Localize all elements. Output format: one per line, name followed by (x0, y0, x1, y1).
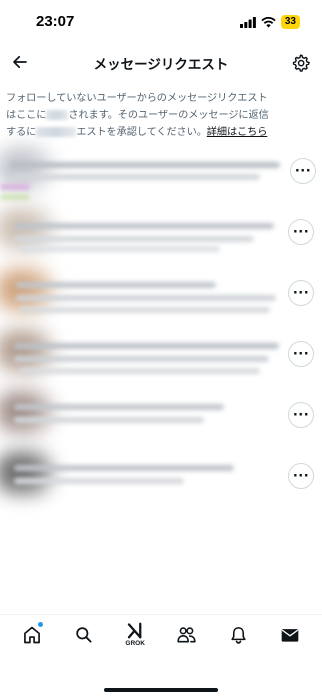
blurred-name (14, 465, 234, 471)
avatar (0, 207, 54, 251)
bottom-nav: GROK (0, 614, 322, 654)
request-item[interactable]: ··· (0, 262, 322, 323)
request-description: フォローしていないユーザーからのメッセージリクエスト はここに されます。そのユー… (6, 90, 314, 141)
avatar (0, 390, 54, 434)
blurred-preview (20, 307, 270, 313)
request-item[interactable]: ··· (0, 323, 322, 384)
request-item[interactable]: ··· (0, 445, 322, 506)
grok-icon (128, 622, 142, 639)
blurred-name (16, 282, 216, 288)
bell-icon (231, 626, 246, 644)
notification-dot (37, 621, 43, 627)
header: メッセージリクエスト (0, 44, 322, 80)
learn-more-link[interactable]: 詳細はこちら (207, 127, 268, 138)
obscured-text (36, 127, 77, 137)
description-line3a: するに (6, 127, 37, 138)
more-options-button[interactable]: ··· (290, 158, 316, 184)
status-icons: 33 (239, 15, 300, 29)
search-icon (76, 627, 92, 643)
nav-notifications[interactable] (222, 619, 254, 651)
description-line3b: エストを承認してください。 (76, 127, 207, 138)
blurred-preview (14, 236, 254, 242)
blurred-name (14, 343, 279, 349)
blurred-preview (20, 368, 260, 374)
nav-home[interactable] (16, 619, 48, 651)
description-line1: フォローしていないユーザーからのメッセージリクエスト (6, 93, 268, 104)
request-list: ··· ··· ··· ··· ··· ··· (0, 140, 322, 506)
blurred-preview (10, 174, 260, 180)
grok-label: GROK (125, 640, 145, 647)
request-item[interactable]: ··· (0, 140, 322, 201)
envelope-icon (281, 628, 299, 642)
blurred-name (10, 162, 280, 168)
wifi-icon (261, 16, 276, 27)
home-icon (23, 626, 40, 643)
settings-button[interactable] (288, 50, 312, 74)
request-item[interactable]: ··· (0, 201, 322, 262)
blurred-accent (0, 194, 30, 200)
blurred-preview (14, 356, 269, 362)
more-options-button[interactable]: ··· (288, 402, 314, 428)
page-title: メッセージリクエスト (93, 57, 229, 73)
more-options-button[interactable]: ··· (288, 463, 314, 489)
description-line2b: されます。そのユーザーのメッセージに返信 (68, 110, 269, 121)
blurred-name (14, 223, 274, 229)
gear-icon (292, 54, 310, 72)
avatar (0, 329, 54, 373)
blurred-preview (14, 478, 184, 484)
nav-grok[interactable]: GROK (119, 619, 151, 651)
nav-communities[interactable] (171, 619, 203, 651)
blurred-preview (16, 295, 276, 301)
more-options-button[interactable]: ··· (288, 341, 314, 367)
signal-icon (239, 16, 256, 28)
more-options-button[interactable]: ··· (288, 280, 314, 306)
blurred-accent (0, 184, 30, 190)
status-time: 23:07 (36, 13, 75, 30)
blurred-name (14, 404, 224, 410)
home-indicator (104, 688, 218, 692)
more-options-button[interactable]: ··· (288, 219, 314, 245)
request-item[interactable]: ··· (0, 384, 322, 445)
blurred-preview (14, 417, 204, 423)
status-bar: 23:07 33 (0, 0, 322, 44)
avatar (0, 451, 54, 495)
obscured-text (46, 110, 69, 120)
communities-icon (177, 626, 196, 642)
nav-search[interactable] (67, 619, 99, 651)
description-line2a: はここに (6, 110, 47, 121)
battery-indicator: 33 (280, 15, 300, 29)
nav-messages[interactable] (274, 619, 306, 651)
blurred-preview (20, 246, 220, 252)
avatar (0, 268, 54, 312)
